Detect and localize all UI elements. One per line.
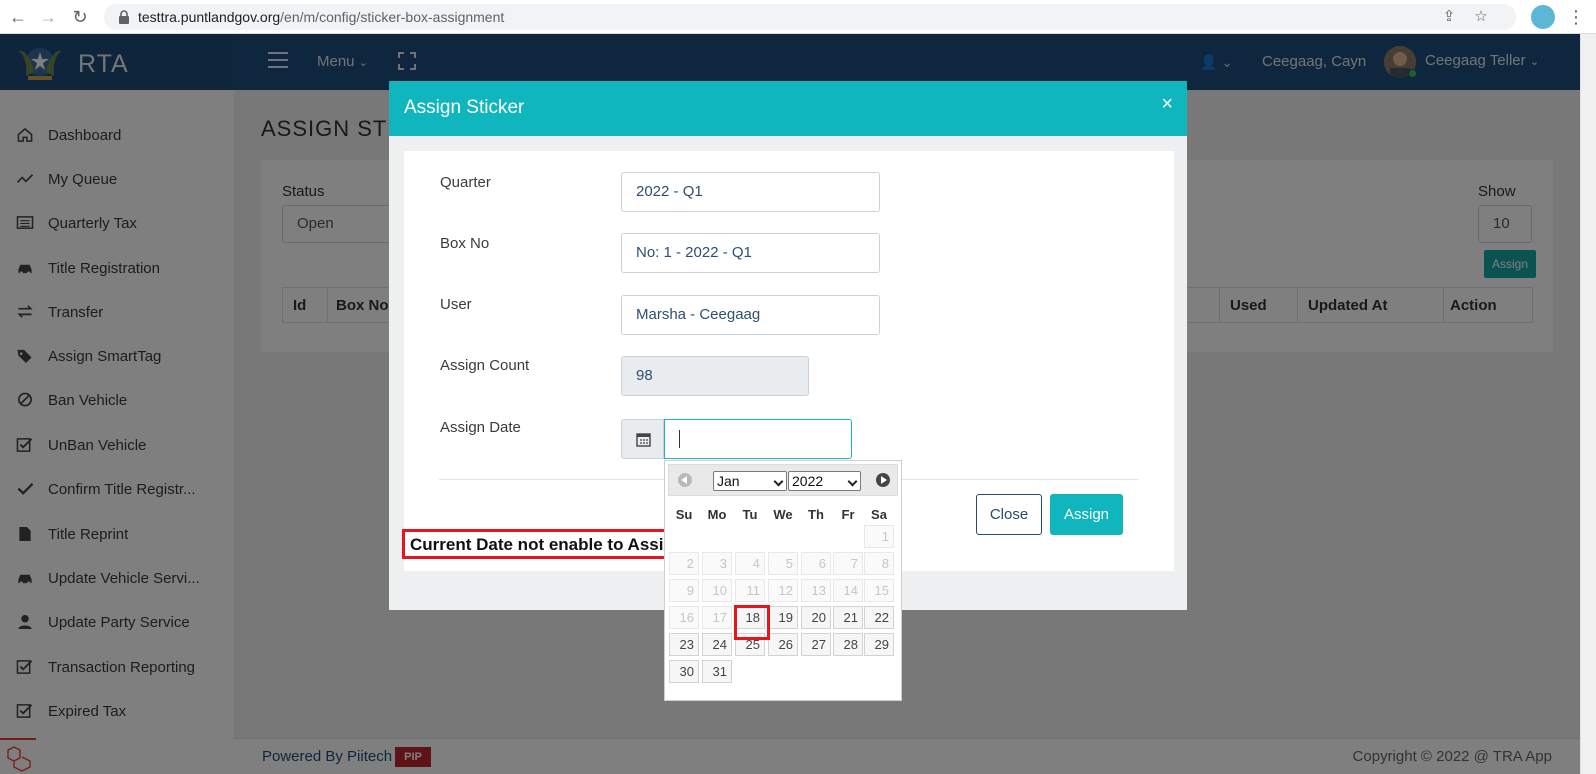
browser-menu-icon[interactable]: ⋮ [1566,5,1586,29]
weekday-header: Th [808,507,824,522]
weekday-header: Fr [841,507,855,522]
browser-toolbar: ← → ↻ testtra.puntlandgov.org/en/m/confi… [0,0,1596,34]
modal-title: Assign Sticker [404,97,525,118]
calendar-day[interactable]: 20 [801,606,831,629]
assign-count-label: Assign Count [440,357,530,374]
share-icon[interactable]: ⇪ [1440,8,1458,26]
calendar-day[interactable]: 28 [833,633,863,656]
assign-submit-button[interactable]: Assign [1050,494,1123,535]
forward-arrow-icon[interactable]: → [36,5,60,29]
page-scrollbar[interactable] [1580,34,1596,774]
box-no-field[interactable]: No: 1 - 2022 - Q1 [621,233,880,273]
calendar-day: 12 [768,579,798,602]
calendar-day[interactable]: 29 [864,633,894,656]
url-host: testtra.puntlandgov.org [138,9,281,25]
calendar-day[interactable]: 31 [702,660,732,683]
calendar-day: 15 [864,579,894,602]
box-no-label: Box No [440,235,490,252]
weekday-header: Tu [742,507,758,522]
prev-month-icon[interactable] [678,473,692,487]
calendar-day: 6 [801,552,831,575]
calendar-day[interactable]: 27 [801,633,831,656]
assign-date-input[interactable] [664,419,852,459]
month-select[interactable]: Jan [713,471,787,491]
user-field[interactable]: Marsha - Ceegaag [621,295,880,335]
annotation-callout: Current Date not enable to Assign [402,529,693,559]
back-arrow-icon[interactable]: ← [6,5,30,29]
address-bar[interactable]: testtra.puntlandgov.org/en/m/config/stic… [104,4,1516,30]
weekday-header: Su [675,507,693,522]
next-month-icon[interactable] [876,473,890,487]
calendar-day[interactable]: 23 [669,633,699,656]
calendar-icon [636,433,651,447]
reload-icon[interactable]: ↻ [68,5,92,29]
calendar-day[interactable]: 30 [669,660,699,683]
assign-count-field: 98 [621,356,809,396]
calendar-day: 7 [833,552,863,575]
calendar-addon[interactable] [621,419,664,459]
calendar-day: 10 [702,579,732,602]
star-icon[interactable]: ☆ [1472,8,1490,26]
calendar-day: 13 [801,579,831,602]
calendar-day: 11 [735,579,765,602]
text-caret [679,430,680,448]
close-button[interactable]: Close [976,494,1042,535]
calendar-day: 17 [702,606,732,629]
calendar-day: 5 [768,552,798,575]
quarter-field[interactable]: 2022 - Q1 [621,172,880,212]
user-label: User [440,296,472,313]
weekday-header: Mo [707,507,727,522]
quarter-label: Quarter [440,174,491,191]
calendar-day: 16 [669,606,699,629]
datepicker-header: Jan 2022 [668,464,898,496]
calendar-day[interactable]: 26 [768,633,798,656]
calendar-day[interactable]: 21 [833,606,863,629]
modal-header: Assign Sticker × [389,81,1187,136]
weekday-header: Sa [871,507,887,522]
calendar-day: 2 [669,552,699,575]
calendar-day[interactable]: 24 [702,633,732,656]
calendar-day[interactable]: 19 [768,606,798,629]
browser-profile-icon[interactable] [1531,5,1555,29]
calendar-day: 9 [669,579,699,602]
calendar-day: 1 [864,525,894,548]
calendar-day[interactable]: 22 [864,606,894,629]
calendar-day: 3 [702,552,732,575]
url-path: /en/m/config/sticker-box-assignment [280,9,505,25]
year-select[interactable]: 2022 [788,471,861,491]
lock-icon [119,10,129,24]
close-icon[interactable]: × [1161,93,1173,116]
datepicker-popup: Jan 2022 Su Mo Tu We Th Fr Sa 1 2 3 4 5 6 7 8 9 10 11 12 13… [664,460,902,701]
weekday-header: We [773,507,793,522]
assign-date-label: Assign Date [440,419,521,436]
url-text: testtra.puntlandgov.org/en/m/config/stic… [138,9,504,25]
today-highlight-box [734,605,770,640]
calendar-day: 14 [833,579,863,602]
calendar-day: 8 [864,552,894,575]
calendar-day: 4 [735,552,765,575]
